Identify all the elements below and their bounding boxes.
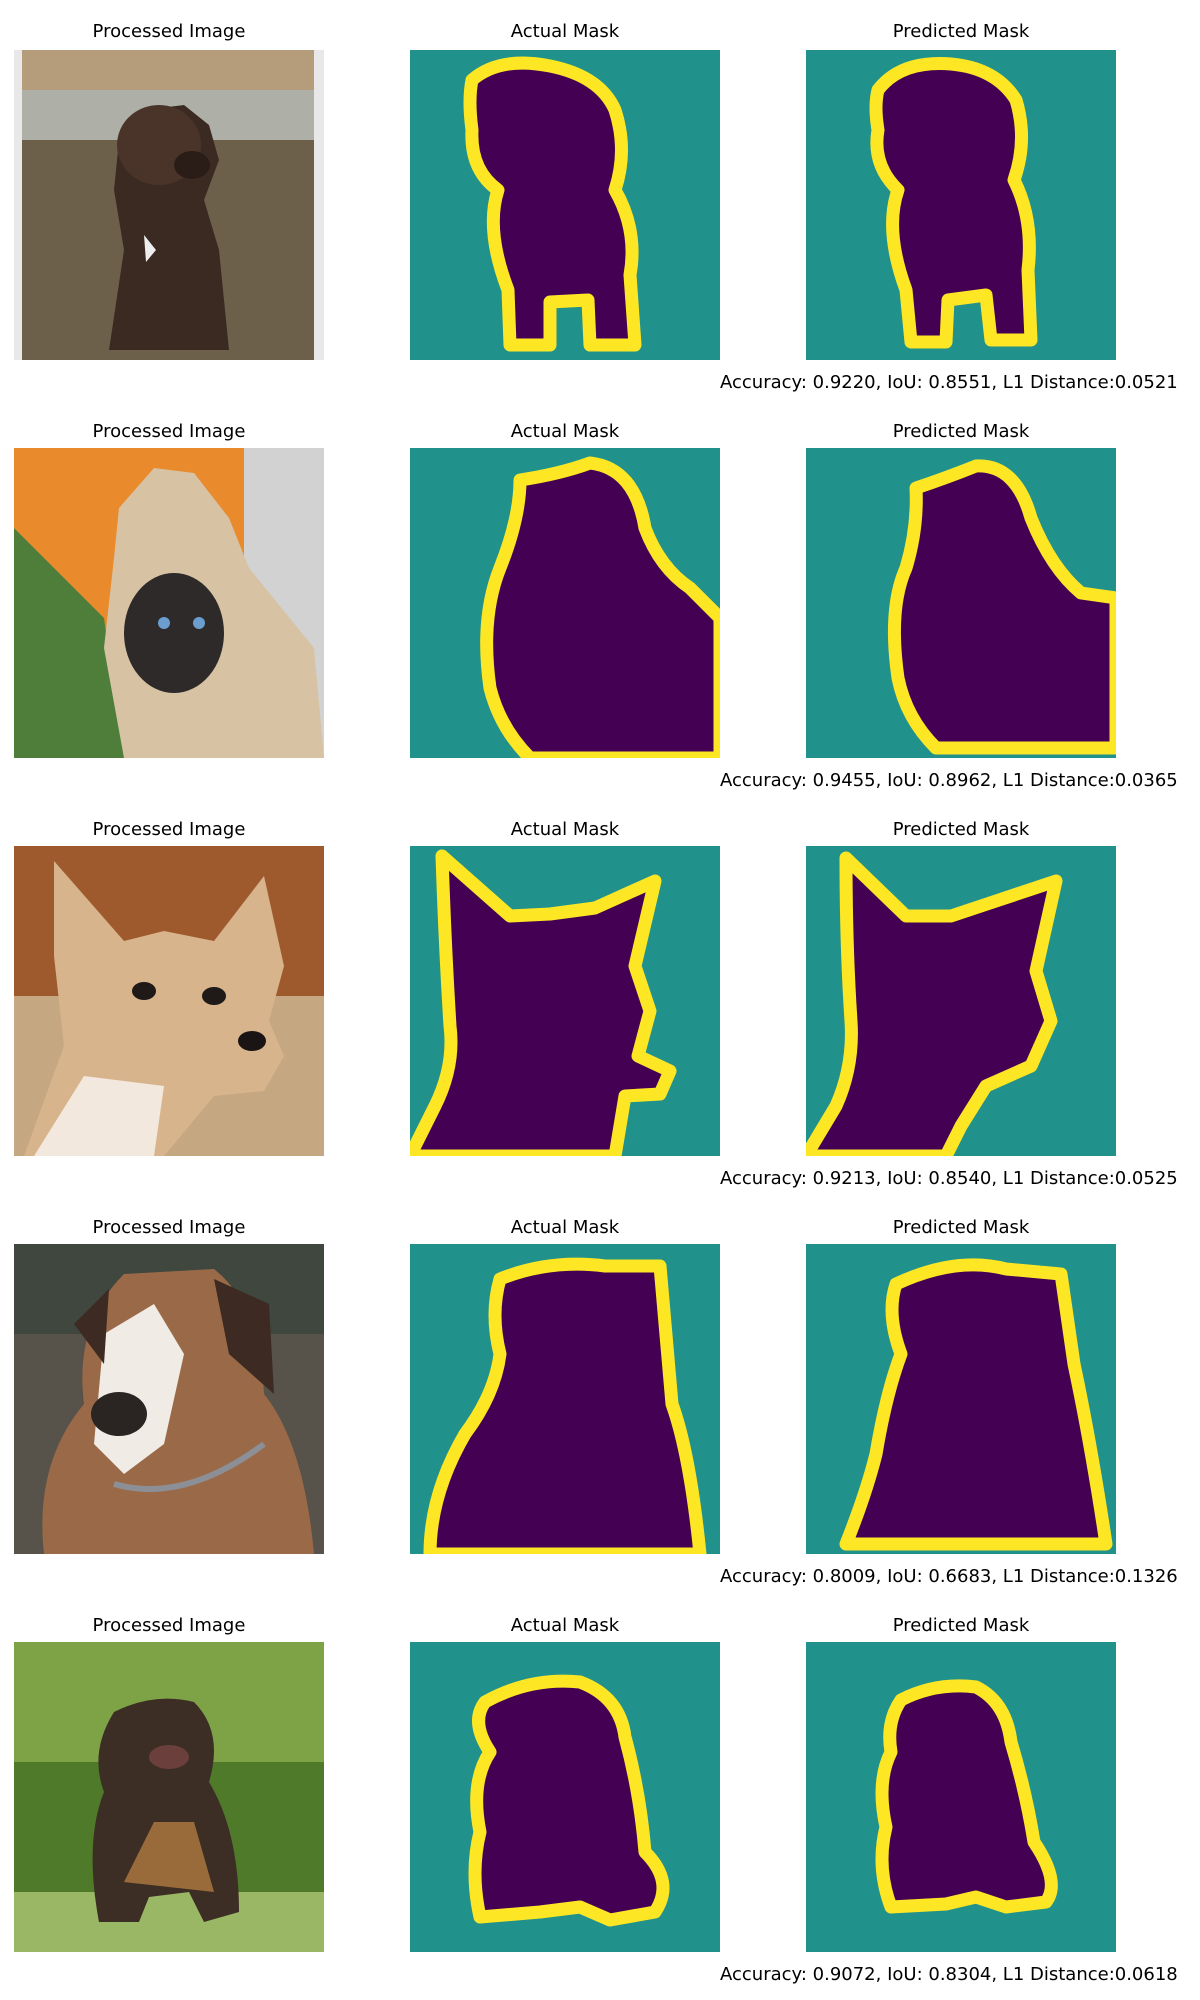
predicted-mask (806, 1642, 1116, 1952)
actual-mask-title: Actual Mask (510, 21, 620, 42)
processed-image (14, 448, 324, 758)
processed-image-title: Processed Image (92, 819, 246, 840)
predicted-mask (806, 448, 1116, 758)
predicted-mask (806, 50, 1116, 360)
metrics-text: Accuracy: 0.9455, IoU: 0.8962, L1 Distan… (720, 770, 1178, 791)
processed-image-title: Processed Image (92, 1615, 246, 1636)
actual-mask (410, 1642, 720, 1952)
actual-mask-title: Actual Mask (510, 819, 620, 840)
processed-image-title: Processed Image (92, 1217, 246, 1238)
predicted-mask-title: Predicted Mask (892, 1217, 1030, 1238)
processed-image (14, 1642, 324, 1952)
metrics-text: Accuracy: 0.8009, IoU: 0.6683, L1 Distan… (720, 1566, 1178, 1587)
metrics-text: Accuracy: 0.9220, IoU: 0.8551, L1 Distan… (720, 372, 1178, 393)
processed-image-title: Processed Image (92, 421, 246, 442)
actual-mask (410, 448, 720, 758)
predicted-mask (806, 1244, 1116, 1554)
actual-mask (410, 846, 720, 1156)
predicted-mask-title: Predicted Mask (892, 21, 1030, 42)
predicted-mask-title: Predicted Mask (892, 1615, 1030, 1636)
predicted-mask-title: Predicted Mask (892, 819, 1030, 840)
processed-image (14, 846, 324, 1156)
actual-mask (410, 1244, 720, 1554)
processed-image-title: Processed Image (92, 21, 246, 42)
processed-image (14, 50, 324, 360)
processed-image (14, 1244, 324, 1554)
predicted-mask-title: Predicted Mask (892, 421, 1030, 442)
metrics-text: Accuracy: 0.9213, IoU: 0.8540, L1 Distan… (720, 1168, 1178, 1189)
actual-mask-title: Actual Mask (510, 1615, 620, 1636)
actual-mask (410, 50, 720, 360)
actual-mask-title: Actual Mask (510, 1217, 620, 1238)
predicted-mask (806, 846, 1116, 1156)
metrics-text: Accuracy: 0.9072, IoU: 0.8304, L1 Distan… (720, 1964, 1178, 1985)
actual-mask-title: Actual Mask (510, 421, 620, 442)
